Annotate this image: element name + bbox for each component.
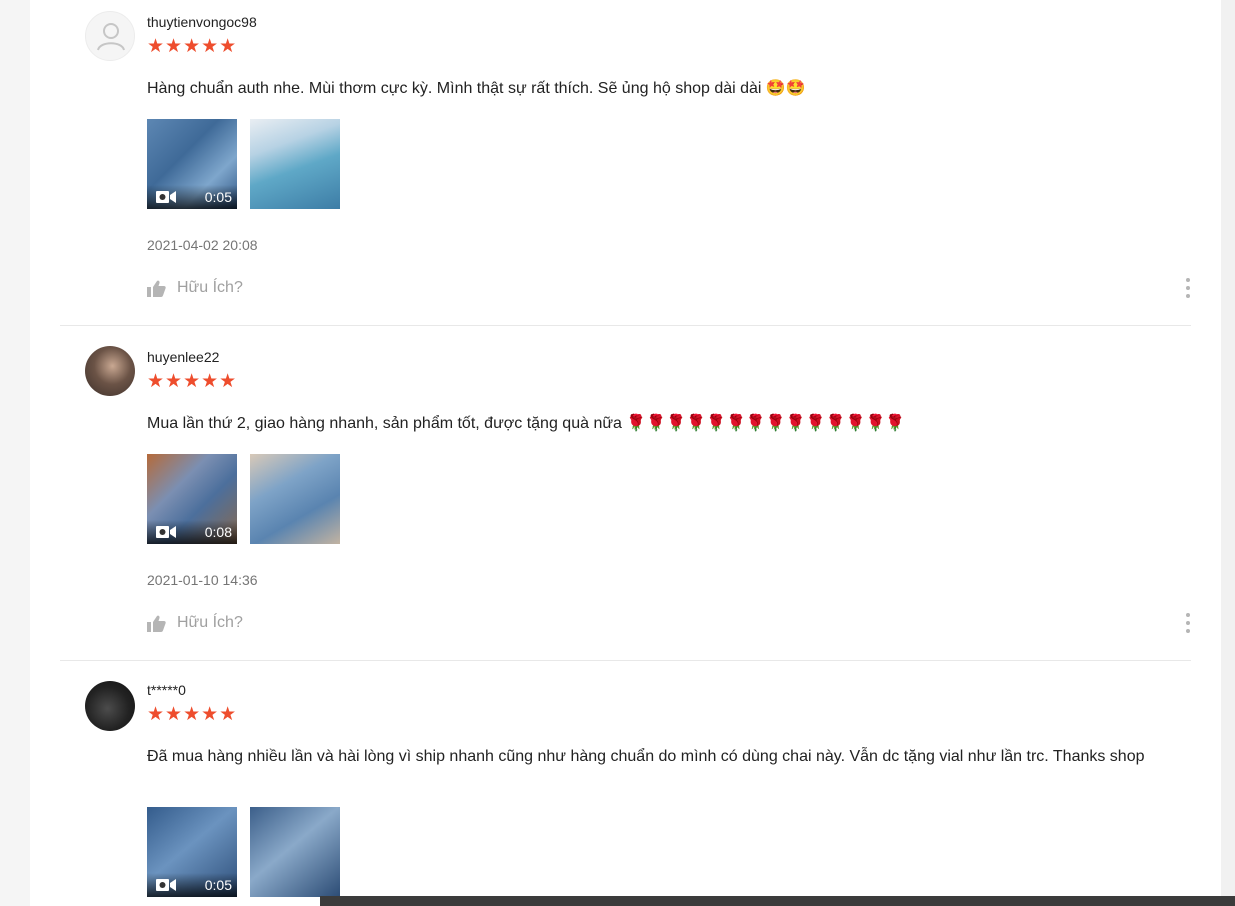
video-camera-icon (156, 526, 176, 538)
review-video-thumbnail[interactable]: 0:05 (147, 119, 237, 209)
rating-stars: ★★★★★ (147, 371, 238, 392)
rating-stars: ★★★★★ (147, 704, 238, 725)
helpful-button[interactable]: Hữu Ích? (147, 614, 243, 632)
review-item: t*****0 ★★★★★ Đã mua hàng nhiều lần và h… (30, 670, 1221, 906)
review-item: thuytienvongoc98 ★★★★★ Hàng chuẩn auth n… (30, 0, 1221, 325)
reviews-panel: thuytienvongoc98 ★★★★★ Hàng chuẩn auth n… (30, 0, 1221, 906)
helpful-button[interactable]: Hữu Ích? (147, 279, 243, 297)
review-comment: Đã mua hàng nhiều lần và hài lòng vì shi… (147, 748, 1145, 765)
helpful-label: Hữu Ích? (177, 614, 243, 631)
review-username[interactable]: huyenlee22 (147, 349, 219, 365)
review-date: 2021-04-02 20:08 (147, 237, 258, 253)
rating-stars: ★★★★★ (147, 36, 238, 57)
video-camera-icon (156, 191, 176, 203)
user-avatar[interactable] (85, 11, 135, 61)
review-divider (60, 660, 1191, 661)
user-avatar[interactable] (85, 346, 135, 396)
thumbs-up-icon (147, 615, 166, 632)
user-avatar[interactable] (85, 681, 135, 731)
more-vertical-icon[interactable] (1185, 613, 1191, 633)
video-duration: 0:05 (204, 189, 232, 205)
review-comment: Mua lần thứ 2, giao hàng nhanh, sản phẩm… (147, 415, 906, 432)
review-video-thumbnail[interactable]: 0:05 (147, 807, 237, 897)
review-media: 0:08 (147, 454, 340, 544)
review-comment: Hàng chuẩn auth nhe. Mùi thơm cực kỳ. Mì… (147, 80, 806, 97)
more-vertical-icon[interactable] (1185, 278, 1191, 298)
review-image-thumbnail[interactable] (250, 807, 340, 897)
review-item: huyenlee22 ★★★★★ Mua lần thứ 2, giao hàn… (30, 335, 1221, 660)
review-image-thumbnail[interactable] (250, 454, 340, 544)
video-duration: 0:08 (204, 524, 232, 540)
review-media: 0:05 (147, 807, 340, 897)
review-image-thumbnail[interactable] (250, 119, 340, 209)
bottom-overlay-bar (320, 896, 1235, 906)
default-avatar-icon (97, 23, 125, 51)
review-username[interactable]: t*****0 (147, 682, 186, 698)
review-divider (60, 325, 1191, 326)
page-scroll-track[interactable] (1221, 0, 1235, 906)
review-username[interactable]: thuytienvongoc98 (147, 14, 257, 30)
review-date: 2021-01-10 14:36 (147, 572, 258, 588)
video-camera-icon (156, 879, 176, 891)
video-duration: 0:05 (204, 877, 232, 893)
review-media: 0:05 (147, 119, 340, 209)
thumbs-up-icon (147, 280, 166, 297)
helpful-label: Hữu Ích? (177, 279, 243, 296)
review-video-thumbnail[interactable]: 0:08 (147, 454, 237, 544)
